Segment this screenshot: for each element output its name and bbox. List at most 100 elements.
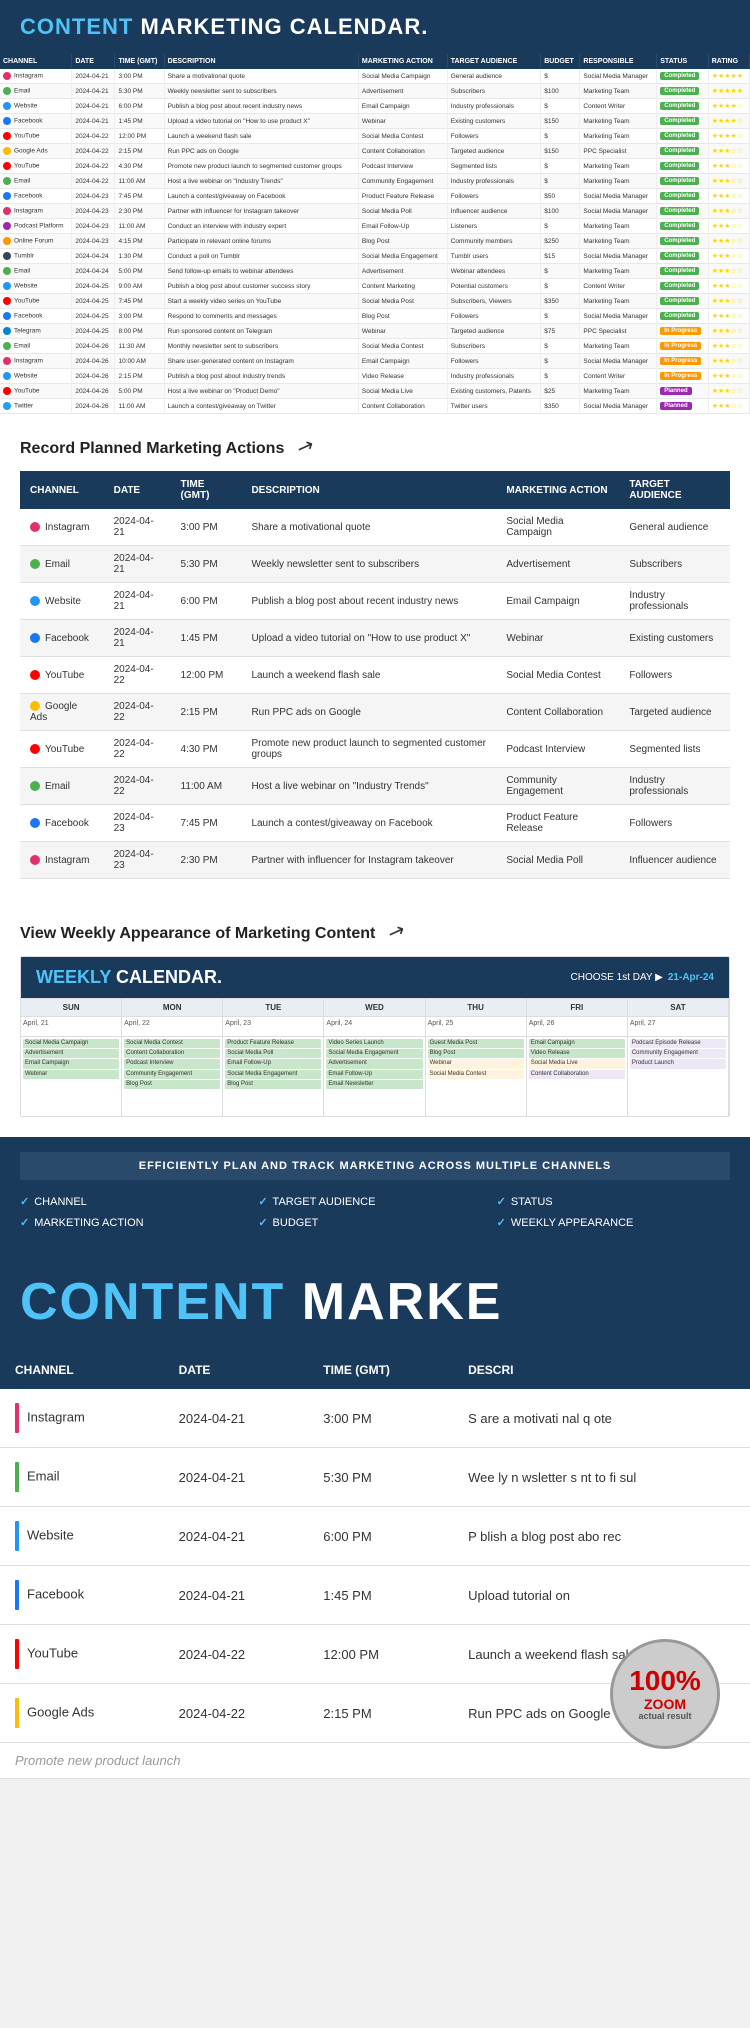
cell-rating: ★★★☆☆ xyxy=(708,369,749,384)
cell-status: Completed xyxy=(657,249,708,264)
cell-responsible: Social Media Manager xyxy=(580,399,657,414)
cell-action: Content Marketing xyxy=(358,279,447,294)
table-row: Instagram 2024-04-21 3:00 PM Share a mot… xyxy=(0,69,750,84)
cell-audience: Industry professionals xyxy=(447,174,540,189)
cell-audience: Targeted audience xyxy=(447,144,540,159)
cell-responsible: Marketing Team xyxy=(580,129,657,144)
cell-responsible: Marketing Team xyxy=(580,294,657,309)
rec-desc: Weekly newsletter sent to subscribers xyxy=(241,546,496,583)
cell-budget: $ xyxy=(541,339,580,354)
choose-label: CHOOSE 1st DAY ▶ xyxy=(571,972,663,983)
rec-action: Email Campaign xyxy=(496,583,619,620)
cell-audience: Followers xyxy=(447,309,540,324)
table-row: Google Ads 2024-04-22 2:15 PM Run PPC ad… xyxy=(0,144,750,159)
cell-rating: ★★★☆☆ xyxy=(708,399,749,414)
cal-item: Video Release xyxy=(529,1049,625,1058)
cell-desc: Publish a blog post about customer succe… xyxy=(164,279,358,294)
cell-status: Completed xyxy=(657,279,708,294)
spreadsheet-title: CONTENT MARKETING CALENDAR. xyxy=(0,0,750,54)
cell-desc: Publish a blog post about recent industr… xyxy=(164,99,358,114)
cell-action: Social Media Campaign xyxy=(358,69,447,84)
rec-desc: Partner with influencer for Instagram ta… xyxy=(241,842,496,879)
weekly-calendar-header: WEEKLY CALENDAR. CHOOSE 1st DAY ▶ 21-Apr… xyxy=(21,957,729,998)
cal-item: Product Feature Release xyxy=(225,1039,321,1048)
rec-date: 2024-04-23 xyxy=(104,805,171,842)
rec-date: 2024-04-22 xyxy=(104,657,171,694)
cell-date: 2024-04-23 xyxy=(72,204,115,219)
cell-channel: Website xyxy=(0,279,72,294)
weekly-day-cell: Social Media ContestContent Collaboratio… xyxy=(122,1036,223,1116)
cell-rating: ★★★★☆ xyxy=(708,114,749,129)
cell-audience: Segmented lists xyxy=(447,159,540,174)
col-rating: RATING xyxy=(708,54,749,69)
cell-desc: Conduct a poll on Tumblr xyxy=(164,249,358,264)
cell-action: Email Follow-Up xyxy=(358,219,447,234)
zoom-percent: 100% xyxy=(629,1666,701,1697)
weekly-title: View Weekly Appearance of Marketing Cont… xyxy=(20,919,730,944)
cell-action: Social Media Contest xyxy=(358,339,447,354)
rec-col-action: MARKETING ACTION xyxy=(496,471,619,509)
zoom-cell-time: 2:15 PM xyxy=(308,1684,453,1743)
cell-desc: Launch a contest/giveaway on Facebook xyxy=(164,189,358,204)
cell-action: Webinar xyxy=(358,324,447,339)
rec-channel: Facebook xyxy=(20,620,104,657)
cell-audience: Webinar attendees xyxy=(447,264,540,279)
rec-col-channel: CHANNEL xyxy=(20,471,104,509)
cell-audience: Twitter users xyxy=(447,399,540,414)
cell-time: 1:30 PM xyxy=(115,249,164,264)
cell-channel: Website xyxy=(0,99,72,114)
zoom-cell-time: 12:00 PM xyxy=(308,1625,453,1684)
cell-channel: Email xyxy=(0,339,72,354)
cell-date: 2024-04-24 xyxy=(72,264,115,279)
date-value: 21-Apr-24 xyxy=(668,972,714,983)
col-status: STATUS xyxy=(657,54,708,69)
cell-audience: Industry professionals xyxy=(447,99,540,114)
cell-date: 2024-04-26 xyxy=(72,384,115,399)
cell-audience: Targeted audience xyxy=(447,324,540,339)
cell-action: Webinar xyxy=(358,114,447,129)
cell-status: Completed xyxy=(657,204,708,219)
date-cell-sat: April, 27 xyxy=(628,1016,729,1036)
day-sun: SUN xyxy=(21,999,122,1016)
cell-audience: Existing customers xyxy=(447,114,540,129)
cell-budget: $ xyxy=(541,279,580,294)
cell-budget: $150 xyxy=(541,144,580,159)
cell-action: Blog Post xyxy=(358,309,447,324)
day-fri: FRI xyxy=(527,999,628,1016)
rec-desc: Upload a video tutorial on "How to use p… xyxy=(241,620,496,657)
cell-action: Social Media Poll xyxy=(358,204,447,219)
cell-responsible: Marketing Team xyxy=(580,234,657,249)
cell-channel: Twitter xyxy=(0,399,72,414)
cell-time: 3:00 PM xyxy=(115,69,164,84)
cell-budget: $150 xyxy=(541,114,580,129)
rec-action: Advertisement xyxy=(496,546,619,583)
record-row: Facebook 2024-04-23 7:45 PM Launch a con… xyxy=(20,805,730,842)
cell-date: 2024-04-23 xyxy=(72,189,115,204)
cell-desc: Launch a weekend flash sale xyxy=(164,129,358,144)
feature-label: STATUS xyxy=(511,1196,553,1208)
table-row: YouTube 2024-04-26 5:00 PM Host a live w… xyxy=(0,384,750,399)
cell-desc: Host a live webinar on "Product Demo" xyxy=(164,384,358,399)
zoom-cell-channel: YouTube xyxy=(0,1625,164,1684)
rec-audience: Followers xyxy=(619,657,730,694)
cal-item: Email Follow-Up xyxy=(326,1070,422,1079)
cell-status: Completed xyxy=(657,294,708,309)
rec-audience: Subscribers xyxy=(619,546,730,583)
features-banner: EFFICIENTLY PLAN AND TRACK MARKETING ACR… xyxy=(20,1152,730,1180)
rec-date: 2024-04-21 xyxy=(104,620,171,657)
zoom-row: Website 2024-04-21 6:00 PM P blish a blo… xyxy=(0,1507,750,1566)
zoom-cell-desc: Upload tutorial on xyxy=(453,1566,750,1625)
feature-item: ✓WEEKLY APPEARANCE xyxy=(497,1216,730,1229)
cell-rating: ★★★☆☆ xyxy=(708,294,749,309)
zoom-badge: 100% ZOOM actual result xyxy=(610,1639,720,1749)
rec-col-date: DATE xyxy=(104,471,171,509)
weekly-day-cell: Product Feature ReleaseSocial Media Poll… xyxy=(223,1036,324,1116)
cell-budget: $350 xyxy=(541,399,580,414)
weekly-day-cell: Guest Media PostBlog PostWebinarSocial M… xyxy=(426,1036,527,1116)
rec-audience: Segmented lists xyxy=(619,731,730,768)
table-row: Facebook 2024-04-21 1:45 PM Upload a vid… xyxy=(0,114,750,129)
rec-time: 6:00 PM xyxy=(171,583,242,620)
cell-channel: Email xyxy=(0,84,72,99)
rec-channel: YouTube xyxy=(20,731,104,768)
zoom-col-time: TIME (GMT) xyxy=(308,1351,453,1389)
